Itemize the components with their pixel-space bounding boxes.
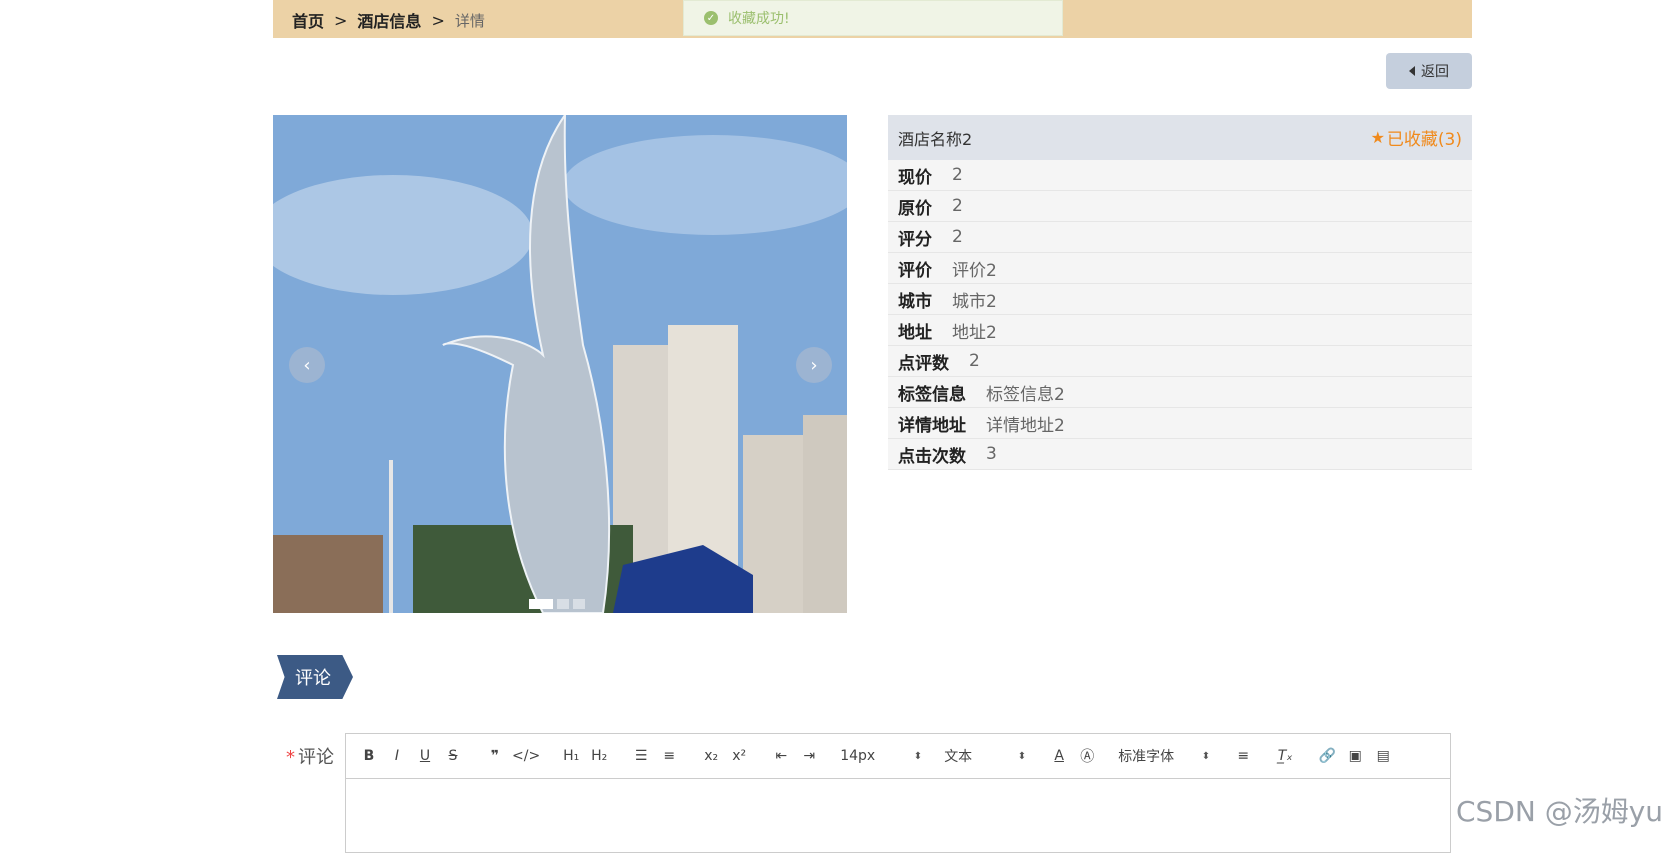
font-size-select[interactable]: 14px ⬍ [840, 748, 922, 764]
info-key: 地址 [898, 322, 932, 343]
info-key: 评价 [898, 260, 932, 281]
font-color-icon[interactable]: A [1048, 748, 1070, 764]
watermark: CSDN @汤姆yu [1456, 795, 1664, 828]
info-row: 点击次数 3 [888, 439, 1472, 470]
info-value: 评价2 [952, 260, 997, 281]
back-button-label: 返回 [1421, 64, 1449, 80]
caret-left-icon [1409, 66, 1415, 76]
strikethrough-icon[interactable]: S [442, 748, 464, 764]
indent-icon[interactable]: ⇥ [798, 748, 820, 764]
underline-icon[interactable]: U [414, 748, 436, 764]
rich-text-editor[interactable]: B I U S ❞ </> H₁ H₂ ☰ ≡ x₂ x² ⇤ ⇥ 14px ⬍… [345, 733, 1451, 853]
hotel-info-header: 酒店名称2 ★ 已收藏(3) [888, 115, 1472, 160]
back-button[interactable]: 返回 [1386, 53, 1472, 89]
info-row: 城市 城市2 [888, 284, 1472, 315]
breadcrumb-separator: > [431, 10, 445, 30]
comment-field-label: * 评论 [286, 743, 334, 769]
breadcrumb-separator: > [334, 10, 348, 30]
favorite-label: 已收藏(3) [1386, 130, 1462, 150]
paragraph-value: 文本 [944, 749, 973, 765]
link-icon[interactable]: 🔗 [1316, 748, 1338, 764]
info-key: 原价 [898, 198, 932, 219]
info-row: 点评数 2 [888, 346, 1472, 377]
star-icon: ★ [1370, 128, 1385, 147]
superscript-icon[interactable]: x² [728, 748, 750, 764]
image-icon[interactable]: ▣ [1344, 748, 1366, 764]
info-row: 评分 2 [888, 222, 1472, 253]
comment-label-text: 评论 [298, 747, 334, 768]
font-family-value: 标准字体 [1118, 749, 1175, 765]
info-key: 评分 [898, 229, 932, 250]
info-key: 标签信息 [898, 384, 966, 405]
background-color-icon[interactable]: Ⓐ [1076, 746, 1098, 766]
info-value: 标签信息2 [986, 384, 1065, 405]
hotel-info-panel: 酒店名称2 ★ 已收藏(3) 现价 2 原价 2 评分 2 评价 评价2 城市 城市2 地址 地址2 点… [888, 115, 1472, 470]
hotel-name: 酒店名称2 [898, 129, 973, 149]
hotel-photo [273, 115, 847, 613]
info-value: 3 [986, 444, 997, 464]
info-row: 现价 2 [888, 160, 1472, 191]
editor-toolbar: B I U S ❞ </> H₁ H₂ ☰ ≡ x₂ x² ⇤ ⇥ 14px ⬍… [346, 734, 1450, 779]
breadcrumb-home-link[interactable]: 首页 [292, 8, 324, 32]
breadcrumb-hotel-info-link[interactable]: 酒店信息 [357, 8, 421, 32]
info-row: 标签信息 标签信息2 [888, 377, 1472, 408]
breadcrumb-current: 详情 [454, 11, 485, 30]
paragraph-select[interactable]: 文本 ⬍ [944, 746, 1026, 766]
carousel-dot[interactable] [573, 599, 585, 609]
toast-message: 收藏成功! [728, 11, 790, 27]
info-value: 2 [952, 227, 963, 247]
clear-format-icon[interactable]: T̲ₓ [1274, 748, 1296, 764]
select-arrows-icon: ⬍ [1201, 750, 1211, 762]
italic-icon[interactable]: I [386, 748, 408, 764]
info-row: 地址 地址2 [888, 315, 1472, 346]
info-key: 点评数 [898, 353, 949, 374]
code-block-icon[interactable]: </> [512, 748, 540, 764]
info-value: 2 [969, 351, 980, 371]
ordered-list-icon[interactable]: ☰ [630, 748, 652, 764]
align-left-icon[interactable]: ≡ [1232, 748, 1254, 764]
comments-section-title: 评论 [277, 655, 353, 699]
font-size-value: 14px [840, 748, 876, 764]
info-value: 2 [952, 196, 963, 216]
info-key: 城市 [898, 291, 932, 312]
info-value: 2 [952, 165, 963, 185]
info-row: 评价 评价2 [888, 253, 1472, 284]
carousel-dot[interactable] [529, 599, 553, 609]
info-key: 点击次数 [898, 446, 966, 467]
select-arrows-icon: ⬍ [913, 750, 923, 762]
video-icon[interactable]: ▤ [1372, 748, 1394, 764]
carousel-dot[interactable] [557, 599, 569, 609]
heading2-icon[interactable]: H₂ [588, 748, 610, 764]
heading1-icon[interactable]: H₁ [560, 748, 582, 764]
success-toast: ✓ 收藏成功! [683, 0, 1063, 36]
favorite-button[interactable]: ★ 已收藏(3) [1371, 125, 1462, 150]
breadcrumb: 首页 > 酒店信息 > 详情 [292, 8, 485, 32]
bullet-list-icon[interactable]: ≡ [658, 748, 680, 764]
hotel-info-rows: 现价 2 原价 2 评分 2 评价 评价2 城市 城市2 地址 地址2 点评数 2 标签信息 标签信息2 详情地… [888, 160, 1472, 470]
bold-icon[interactable]: B [358, 748, 380, 764]
required-mark: * [286, 747, 295, 768]
select-arrows-icon: ⬍ [1017, 750, 1027, 762]
carousel-prev-arrow[interactable]: ‹ [289, 347, 325, 383]
info-value: 地址2 [952, 322, 997, 343]
subscript-icon[interactable]: x₂ [700, 748, 722, 764]
check-circle-icon: ✓ [704, 11, 718, 25]
info-value: 城市2 [952, 291, 997, 312]
info-row: 详情地址 详情地址2 [888, 408, 1472, 439]
info-key: 详情地址 [898, 415, 966, 436]
font-family-select[interactable]: 标准字体 ⬍ [1118, 746, 1210, 766]
image-carousel[interactable]: ‹ › [273, 115, 847, 613]
info-value: 详情地址2 [986, 415, 1065, 436]
info-key: 现价 [898, 167, 932, 188]
carousel-indicators [529, 599, 585, 609]
info-row: 原价 2 [888, 191, 1472, 222]
carousel-next-arrow[interactable]: › [796, 347, 832, 383]
blockquote-icon[interactable]: ❞ [484, 748, 506, 764]
outdent-icon[interactable]: ⇤ [770, 748, 792, 764]
